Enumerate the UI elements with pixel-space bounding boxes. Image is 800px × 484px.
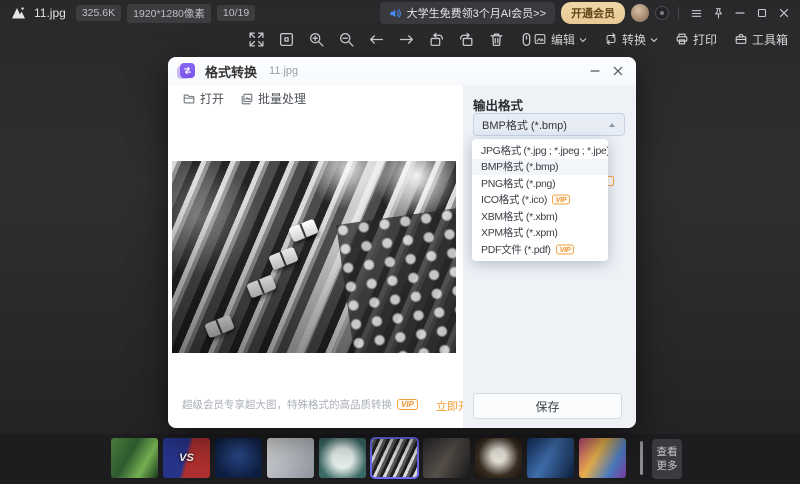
delete-icon[interactable]	[488, 31, 505, 48]
thumbnail-vs-banner[interactable]: VS	[163, 438, 210, 478]
dialog-footer: 超级会员专享超大图，特殊格式的高品质转换 VIP 立即开通	[182, 397, 460, 412]
format-dropdown-list: JPG格式 (*.jpg ; *.jpeg ; *.jpe)BMP格式 (*.b…	[472, 139, 608, 261]
image-index-badge: 10/19	[217, 5, 255, 21]
toolbox-label: 工具箱	[752, 31, 788, 48]
app-logo-icon	[10, 5, 28, 21]
vip-badge: VIP	[556, 244, 574, 254]
rotate-left-icon[interactable]	[428, 31, 445, 48]
batch-process-button[interactable]: 批量处理	[240, 90, 306, 107]
edit-icon	[533, 32, 547, 46]
open-label: 打开	[200, 90, 224, 107]
fit-screen-icon[interactable]	[278, 31, 295, 48]
dialog-minimize-icon[interactable]	[588, 64, 601, 77]
promo-banner[interactable]: 大学生免费领3个月AI会员>>	[380, 2, 555, 24]
thumbnail-airplane-travel[interactable]	[267, 438, 314, 478]
output-format-label: 输出格式	[473, 95, 523, 114]
dimensions-badge: 1920*1280像素	[127, 4, 211, 23]
speaker-icon	[389, 8, 402, 19]
avatar[interactable]	[631, 4, 649, 22]
filmstrip: VS 查看更多	[0, 434, 800, 484]
convert-menu[interactable]: 转换	[604, 31, 658, 48]
format-option[interactable]: PNG格式 (*.png)	[472, 175, 608, 192]
print-button[interactable]: 打印	[675, 31, 717, 48]
vip-promo-text: 超级会员专享超大图，特殊格式的高品质转换	[182, 397, 392, 412]
format-convert-dialog: 格式转换 11.jpg 打开 批量处理 超级会员专享	[168, 57, 636, 428]
format-option[interactable]: XBM格式 (*.xbm)	[472, 208, 608, 225]
toolbar-center	[248, 26, 535, 52]
chevron-down-icon	[579, 32, 587, 46]
zoom-in-icon[interactable]	[308, 31, 325, 48]
theme-toggle[interactable]	[655, 6, 669, 20]
thumbnail-mixer-selected[interactable]	[371, 438, 418, 478]
close-window-icon[interactable]	[776, 5, 792, 21]
format-select[interactable]: BMP格式 (*.bmp)	[473, 113, 625, 136]
open-button[interactable]: 打开	[182, 90, 224, 107]
maximize-window-icon[interactable]	[754, 5, 770, 21]
caret-up-icon	[609, 123, 615, 127]
batch-label: 批量处理	[258, 90, 306, 107]
thumbnail-control-room[interactable]	[527, 438, 574, 478]
promo-banner-text: 大学生免费领3个月AI会员>>	[407, 5, 546, 21]
print-label: 打印	[693, 31, 717, 48]
format-option[interactable]: ICO格式 (*.ico)VIP	[472, 192, 608, 209]
filesize-badge: 325.6K	[76, 5, 121, 21]
save-button[interactable]: 保存	[473, 393, 622, 419]
vip-badge: VIP	[397, 399, 418, 410]
filmstrip-scrollbar[interactable]	[640, 441, 643, 475]
folder-open-icon	[182, 92, 196, 106]
filmstrip-thumbs: VS	[111, 438, 626, 478]
rotate-right-icon[interactable]	[458, 31, 475, 48]
thumbnail-label: VS	[163, 438, 210, 478]
thumbnail-ereader-dark[interactable]	[423, 438, 470, 478]
fullscreen-icon[interactable]	[248, 31, 265, 48]
dialog-filename: 11.jpg	[269, 65, 298, 77]
toolbox-icon	[734, 32, 748, 46]
toolbar-right: 编辑 转换 打印 工具箱	[533, 26, 788, 52]
convert-icon	[604, 32, 618, 46]
zoom-out-icon[interactable]	[338, 31, 355, 48]
dialog-actions: 打开 批量处理	[182, 90, 306, 107]
format-option[interactable]: XPM格式 (*.xpm)	[472, 225, 608, 242]
edit-menu[interactable]: 编辑	[533, 31, 587, 48]
format-option[interactable]: PDF文件 (*.pdf)VIP	[472, 241, 608, 258]
dialog-title: 格式转换	[205, 62, 257, 81]
format-convert-icon	[180, 63, 197, 80]
minimize-window-icon[interactable]	[732, 5, 748, 21]
titlebar-left: 11.jpg 325.6K 1920*1280像素 10/19	[10, 4, 255, 23]
thumbnail-theater-screen[interactable]	[475, 438, 522, 478]
pin-icon[interactable]	[710, 5, 726, 21]
edit-label: 编辑	[551, 31, 575, 48]
thumbnail-portrait-circle[interactable]	[319, 438, 366, 478]
format-select-value: BMP格式 (*.bmp)	[482, 117, 567, 133]
thumbnail-gym-colorful[interactable]	[579, 438, 626, 478]
convert-label: 转换	[622, 31, 646, 48]
toolbox-button[interactable]: 工具箱	[734, 31, 788, 48]
next-image-icon[interactable]	[398, 31, 415, 48]
upgrade-button[interactable]: 开通会员	[561, 2, 625, 24]
thumbnail-tech-portrait[interactable]	[215, 438, 262, 478]
preview-image	[172, 161, 456, 353]
chevron-down-icon	[650, 32, 658, 46]
thumbnail-nature-green[interactable]	[111, 438, 158, 478]
filename: 11.jpg	[34, 6, 66, 20]
dialog-header: 格式转换 11.jpg	[168, 57, 636, 85]
titlebar-right: 大学生免费领3个月AI会员>> 开通会员	[380, 2, 792, 24]
vip-badge: VIP	[552, 195, 570, 205]
titlebar: 11.jpg 325.6K 1920*1280像素 10/19 大学生免费领3个…	[0, 0, 800, 26]
view-more-button[interactable]: 查看更多	[652, 439, 682, 479]
batch-images-icon	[240, 92, 254, 106]
format-option[interactable]: BMP格式 (*.bmp)	[472, 159, 608, 176]
prev-image-icon[interactable]	[368, 31, 385, 48]
titlebar-divider	[678, 7, 679, 19]
toolbar: 编辑 转换 打印 工具箱	[0, 26, 800, 52]
menu-icon[interactable]	[688, 5, 704, 21]
print-icon	[675, 32, 689, 46]
format-option[interactable]: JPG格式 (*.jpg ; *.jpeg ; *.jpe)	[472, 142, 608, 159]
photo-viewer-app: 11.jpg 325.6K 1920*1280像素 10/19 大学生免费领3个…	[0, 0, 800, 484]
dialog-close-icon[interactable]	[611, 64, 624, 77]
